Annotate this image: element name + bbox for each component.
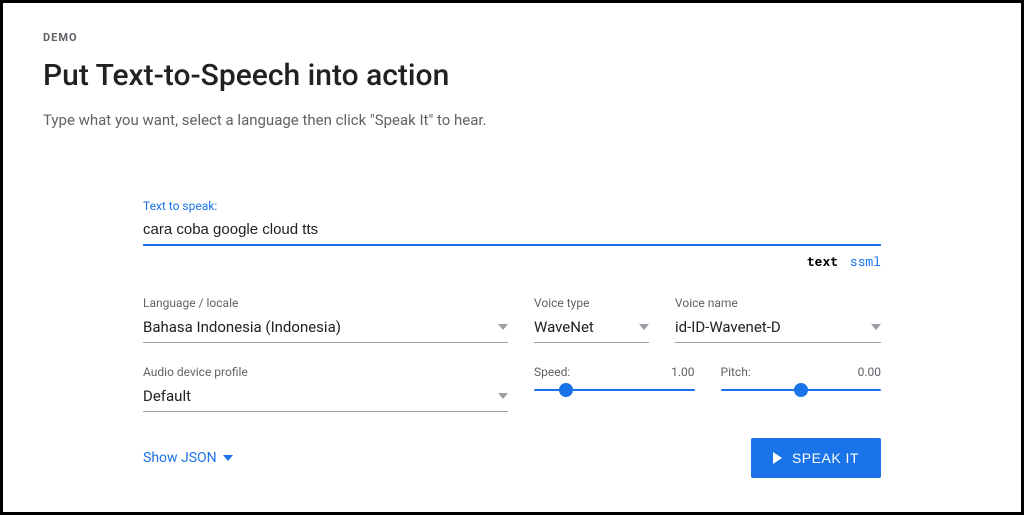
speed-label: Speed:	[534, 365, 570, 379]
pitch-slider-thumb[interactable]	[794, 383, 808, 397]
text-to-speak-input[interactable]	[143, 217, 881, 246]
speed-value: 1.00	[671, 365, 694, 379]
bottom-row: Show JSON SPEAK IT	[143, 438, 881, 478]
voice-name-dropdown[interactable]: id-ID-Wavenet-D	[675, 314, 881, 343]
row-audio-sliders: Audio device profile Default Speed: 1.00…	[143, 365, 881, 412]
speak-it-label: SPEAK IT	[792, 450, 859, 466]
voice-type-label: Voice type	[534, 296, 649, 310]
caret-down-icon	[639, 324, 649, 330]
demo-form: Text to speak: text ssml Language / loca…	[43, 199, 981, 478]
language-label: Language / locale	[143, 296, 508, 310]
row-voice-selects: Language / locale Bahasa Indonesia (Indo…	[143, 296, 881, 343]
speed-slider-thumb[interactable]	[559, 383, 573, 397]
pitch-slider[interactable]	[721, 389, 882, 391]
audio-profile-dropdown[interactable]: Default	[143, 383, 508, 412]
play-icon	[773, 452, 782, 464]
pitch-field: Pitch: 0.00	[721, 365, 882, 391]
speak-it-button[interactable]: SPEAK IT	[751, 438, 881, 478]
speed-field: Speed: 1.00	[534, 365, 695, 391]
language-value: Bahasa Indonesia (Indonesia)	[143, 318, 341, 336]
tab-text[interactable]: text	[807, 252, 838, 270]
voice-name-field: Voice name id-ID-Wavenet-D	[675, 296, 881, 343]
voice-type-value: WaveNet	[534, 318, 594, 336]
voice-type-field: Voice type WaveNet	[534, 296, 649, 343]
show-json-toggle[interactable]: Show JSON	[143, 450, 233, 466]
pitch-label: Pitch:	[721, 365, 751, 379]
caret-down-icon	[871, 324, 881, 330]
language-field: Language / locale Bahasa Indonesia (Indo…	[143, 296, 508, 343]
language-dropdown[interactable]: Bahasa Indonesia (Indonesia)	[143, 314, 508, 343]
voice-name-value: id-ID-Wavenet-D	[675, 318, 781, 336]
audio-profile-value: Default	[143, 387, 191, 405]
audio-profile-label: Audio device profile	[143, 365, 508, 379]
text-to-speak-group: Text to speak:	[143, 199, 881, 246]
demo-label: DEMO	[43, 31, 981, 44]
caret-down-icon	[498, 393, 508, 399]
text-to-speak-label: Text to speak:	[143, 199, 881, 213]
page-title: Put Text-to-Speech into action	[43, 58, 981, 93]
tab-ssml[interactable]: ssml	[850, 252, 881, 270]
show-json-label: Show JSON	[143, 450, 217, 466]
caret-down-icon	[498, 324, 508, 330]
speed-slider[interactable]	[534, 389, 695, 391]
voice-type-dropdown[interactable]: WaveNet	[534, 314, 649, 343]
page-subtitle: Type what you want, select a language th…	[43, 111, 981, 129]
pitch-value: 0.00	[858, 365, 881, 379]
format-tabs: text ssml	[143, 252, 881, 270]
chevron-down-icon	[223, 455, 233, 461]
voice-name-label: Voice name	[675, 296, 881, 310]
audio-profile-field: Audio device profile Default	[143, 365, 508, 412]
